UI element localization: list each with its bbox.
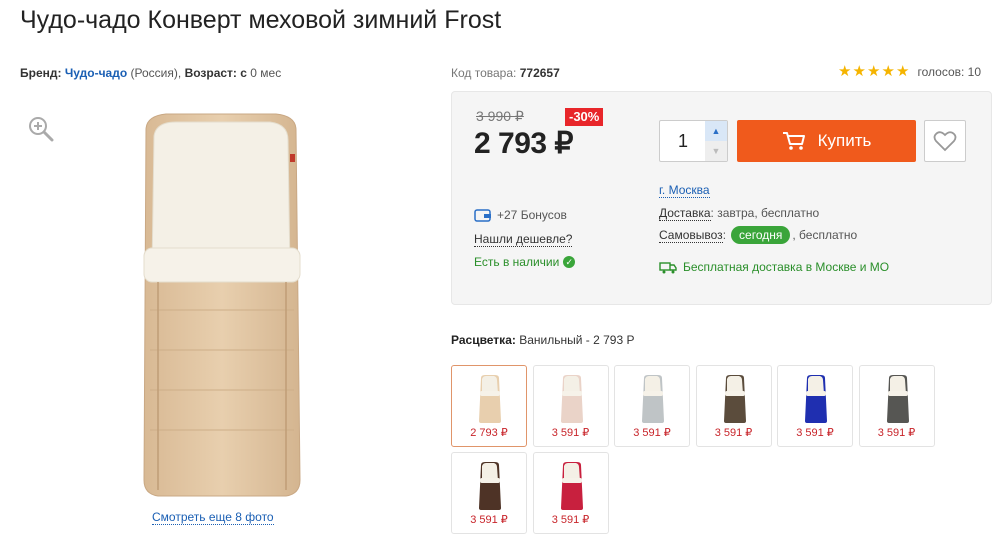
swatch-thumbnail [479, 462, 501, 510]
free-shipping-info: Бесплатная доставка в Москве и МО [659, 260, 889, 274]
product-meta: Бренд: Чудо-чадо (Россия), Возраст: с 0 … [20, 66, 281, 80]
colour-swatch[interactable]: 2 793 ₽ [451, 365, 527, 447]
colour-swatch[interactable]: 3 591 ₽ [695, 365, 772, 447]
star-icon: ★ [852, 63, 866, 80]
quantity-increase-button[interactable]: ▲ [705, 121, 727, 141]
cart-icon [782, 132, 805, 150]
swatch-price: 3 591 ₽ [714, 427, 753, 439]
swatch-price: 3 591 ₽ [470, 514, 508, 526]
swatch-thumbnail [479, 375, 501, 423]
colour-swatch[interactable]: 3 591 ₽ [858, 365, 935, 447]
buy-button-label: Купить [817, 131, 872, 150]
rating[interactable]: ★ ★ ★ ★ ★ голосов: 10 [838, 64, 981, 79]
page-title: Чудо-чадо Конверт меховой зимний Frost [20, 6, 502, 34]
wallet-icon [474, 209, 491, 222]
favorite-button[interactable] [924, 120, 966, 162]
product-code-label: Код товара: [451, 66, 517, 80]
delivery-info: Доставка: завтра, бесплатно [659, 206, 820, 221]
more-photos-link[interactable]: Смотреть еще 8 фото [152, 510, 274, 525]
swatch-thumbnail [805, 375, 827, 423]
old-price: 3 990 ₽ [476, 108, 524, 124]
pickup-link[interactable]: Самовывоз [659, 228, 723, 243]
truck-icon [659, 261, 677, 273]
colour-swatch[interactable]: 3 591 ₽ [451, 452, 527, 534]
swatch-thumbnail [642, 375, 664, 423]
swatch-thumbnail [560, 375, 583, 423]
swatch-thumbnail [886, 375, 909, 423]
brand-label: Бренд: [20, 66, 62, 80]
colour-label: Расцветка: Ванильный - 2 793 Р [451, 333, 634, 347]
found-cheaper-link[interactable]: Нашли дешевле? [474, 232, 573, 247]
quantity-decrease-button[interactable]: ▼ [705, 141, 727, 161]
free-shipping-label: Бесплатная доставка в Москве и МО [683, 260, 890, 274]
discount-badge: -30% [565, 108, 604, 126]
swatch-price: 3 591 ₽ [877, 427, 916, 439]
pickup-value: , бесплатно [792, 228, 858, 242]
star-icon: ★ [896, 63, 910, 80]
colour-value: Ванильный - 2 793 Р [519, 333, 635, 347]
swatch-price: 3 591 ₽ [551, 514, 590, 526]
age-from: с [240, 66, 247, 80]
swatch-thumbnail [560, 462, 583, 510]
colour-swatch[interactable]: 3 591 ₽ [614, 365, 690, 447]
star-icon: ★ [881, 63, 895, 80]
delivery-value: : завтра, бесплатно [710, 206, 820, 220]
buy-box: 3 990 ₽ -30% 2 793 ₽ 1 ▲ ▼ Купить +27 Бо… [451, 91, 992, 305]
colour-swatch[interactable]: 3 591 ₽ [777, 365, 853, 447]
colour-label-title: Расцветка: [451, 333, 516, 347]
quantity-input[interactable]: 1 [660, 121, 706, 161]
swatch-price: 3 591 ₽ [796, 427, 834, 439]
in-stock-label: Есть в наличии [474, 255, 560, 269]
in-stock-status: Есть в наличии ✓ [474, 255, 576, 269]
swatch-price: 2 793 ₽ [470, 427, 508, 439]
pickup-today-badge: сегодня [731, 226, 791, 244]
delivery-link[interactable]: Доставка [659, 206, 711, 221]
product-code: Код товара: 772657 [451, 66, 560, 80]
product-code-value: 772657 [519, 66, 560, 80]
heart-icon [933, 131, 957, 152]
star-icon: ★ [838, 63, 852, 80]
age-label: Возраст: [184, 66, 237, 80]
swatch-price: 3 591 ₽ [633, 427, 671, 439]
pickup-info: Самовывоз: сегодня, бесплатно [659, 226, 858, 244]
current-price: 2 793 ₽ [474, 127, 574, 160]
brand-link[interactable]: Чудо-чадо [65, 66, 127, 80]
votes-count: голосов: 10 [917, 64, 982, 79]
bonus-info[interactable]: +27 Бонусов [474, 208, 567, 222]
product-photo[interactable] [86, 110, 356, 502]
zoom-icon[interactable] [28, 116, 54, 142]
rating-stars: ★ ★ ★ ★ ★ [838, 64, 911, 79]
star-icon: ★ [867, 63, 881, 80]
bonus-label: +27 Бонусов [497, 208, 567, 222]
colour-swatch[interactable]: 3 591 ₽ [532, 452, 609, 534]
buy-button[interactable]: Купить [737, 120, 916, 162]
colour-swatch[interactable]: 3 591 ₽ [532, 365, 609, 447]
city-link[interactable]: г. Москва [659, 183, 710, 198]
swatch-thumbnail [723, 375, 746, 423]
quantity-stepper[interactable]: 1 ▲ ▼ [659, 120, 728, 162]
swatch-price: 3 591 ₽ [551, 427, 590, 439]
check-icon: ✓ [563, 256, 576, 268]
age-value: 0 мес [250, 66, 282, 80]
brand-country: (Россия), [130, 66, 182, 80]
